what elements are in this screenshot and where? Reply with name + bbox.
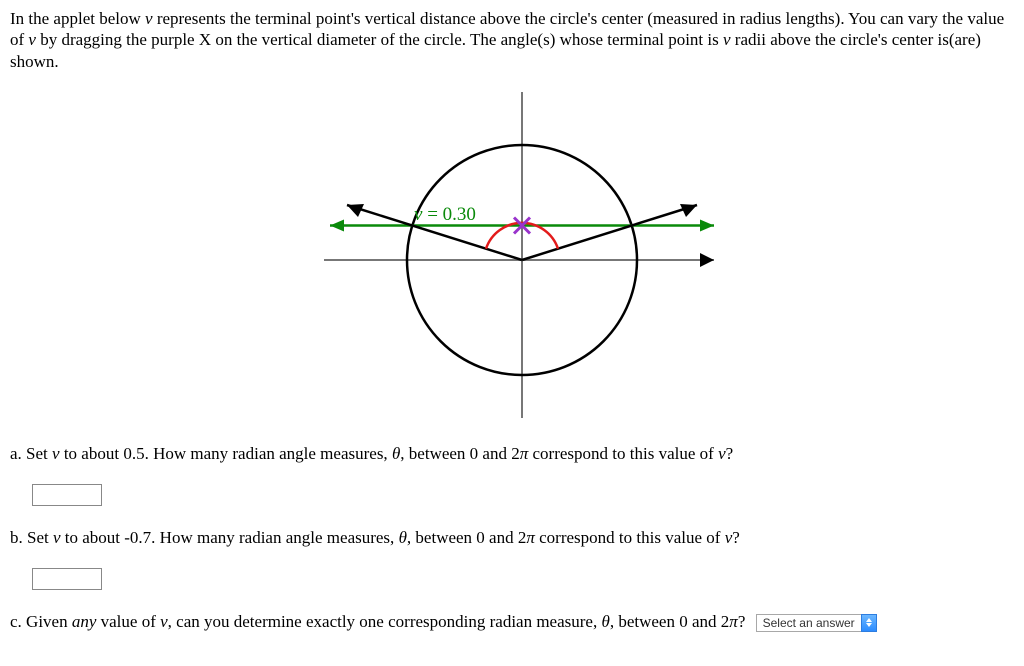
unit-circle-applet[interactable]: v = 0.30 [262, 80, 762, 420]
answer-input-a[interactable] [32, 484, 102, 506]
question-b: b. Set v to about -0.7. How many radian … [10, 528, 1014, 548]
qa-seg: , between 0 and 2 [400, 444, 519, 463]
v-line-right-arrow [700, 219, 714, 231]
qb-seg: b. Set [10, 528, 53, 547]
qc-seg: , can you determine exactly one correspo… [168, 612, 602, 631]
v-line-left-arrow [330, 219, 344, 231]
var-v: v [160, 612, 168, 631]
question-a: a. Set v to about 0.5. How many radian a… [10, 444, 1014, 464]
qc-seg: , between 0 and 2 [610, 612, 729, 631]
qa-seg: ? [726, 444, 734, 463]
x-axis-arrowhead [700, 253, 714, 267]
qb-seg: correspond to this value of [535, 528, 725, 547]
qb-seg: ? [732, 528, 740, 547]
var-v: v [28, 30, 36, 49]
var-v: v [723, 30, 731, 49]
qa-seg: correspond to this value of [528, 444, 718, 463]
var-pi: π [520, 444, 529, 463]
var-v: v [53, 528, 61, 547]
qa-seg: a. Set [10, 444, 52, 463]
answer-select-c[interactable]: Select an answer [756, 614, 877, 632]
intro-seg: by dragging the purple X on the vertical… [36, 30, 723, 49]
qc-any: any [72, 612, 97, 631]
v-label: v = 0.30 [414, 204, 476, 225]
qc-seg: c. Given [10, 612, 72, 631]
var-theta: θ [601, 612, 609, 631]
select-placeholder: Select an answer [756, 614, 861, 632]
intro-seg: In the applet below [10, 9, 145, 28]
qc-seg: ? [738, 612, 746, 631]
qb-seg: , between 0 and 2 [407, 528, 526, 547]
var-theta: θ [399, 528, 407, 547]
select-stepper-icon [861, 614, 877, 632]
var-v: v [145, 9, 153, 28]
var-pi: π [729, 612, 738, 631]
qa-seg: to about 0.5. How many radian angle meas… [60, 444, 392, 463]
var-pi: π [526, 528, 535, 547]
qc-seg: value of [96, 612, 160, 631]
qb-seg: to about -0.7. How many radian angle mea… [61, 528, 399, 547]
intro-text: In the applet below v represents the ter… [10, 8, 1014, 72]
answer-input-b[interactable] [32, 568, 102, 590]
var-v: v [718, 444, 726, 463]
applet-container: v = 0.30 [10, 80, 1014, 420]
question-c: c. Given any value of v, can you determi… [10, 612, 1014, 632]
var-v: v [52, 444, 60, 463]
